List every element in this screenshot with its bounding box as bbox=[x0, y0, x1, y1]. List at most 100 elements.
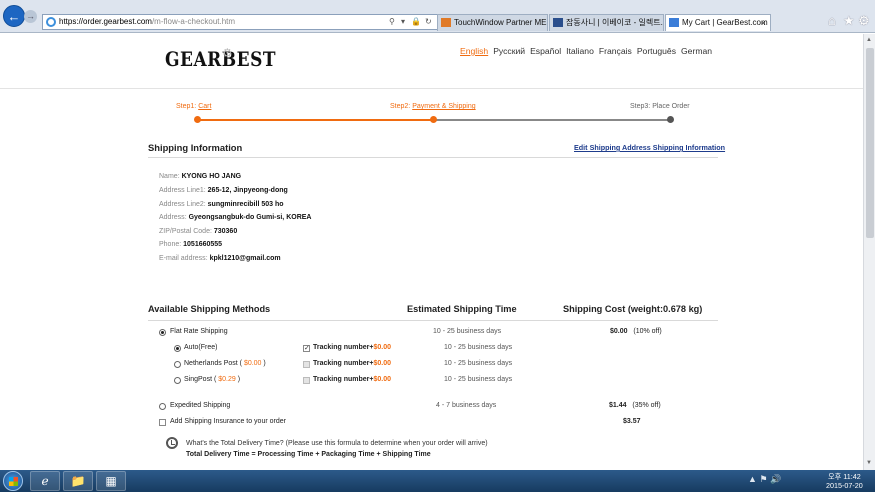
home-icon[interactable]: ⌂ bbox=[828, 13, 836, 28]
windows-logo-icon bbox=[9, 477, 18, 486]
system-clock[interactable]: 오후 11:42 2015-07-20 bbox=[826, 472, 863, 490]
col-header-cost: Shipping Cost (weight:0.678 kg) bbox=[563, 304, 703, 314]
page-content: GEARBEST ⚙ English Русский Español Itali… bbox=[0, 34, 863, 470]
expedited-cost: $1.44 (35% off) bbox=[609, 402, 661, 409]
taskbar-explorer-folder-icon[interactable]: 📁 bbox=[63, 471, 93, 491]
favorites-star-icon[interactable]: ★ bbox=[843, 13, 855, 29]
tracking-checkbox-auto[interactable]: ✓ bbox=[303, 345, 310, 352]
lang-portuguese[interactable]: Português bbox=[637, 46, 676, 56]
taskbar-excel-icon[interactable]: ▦ bbox=[96, 471, 126, 491]
netherlands-post-label: Netherlands Post ( $0.00 ) bbox=[184, 360, 266, 367]
step-place-order: Step3: Place Order bbox=[630, 103, 690, 110]
search-icon[interactable]: ⚲ bbox=[389, 17, 395, 26]
lang-english[interactable]: English bbox=[460, 46, 488, 56]
auto-free-label: Auto(Free) bbox=[184, 344, 218, 351]
volume-icon[interactable]: 🔊 bbox=[770, 474, 781, 484]
step-payment-shipping[interactable]: Step2: Payment & Shipping bbox=[390, 103, 476, 110]
lang-italian[interactable]: Italiano bbox=[566, 46, 594, 56]
netherlands-post-radio[interactable] bbox=[174, 361, 181, 368]
expedited-time: 4 - 7 business days bbox=[436, 402, 497, 409]
lang-german[interactable]: German bbox=[681, 46, 712, 56]
singpost-label: SingPost ( $0.29 ) bbox=[184, 376, 241, 383]
info-name: Name: KYONG HO JANG bbox=[159, 173, 242, 180]
taskbar-ie-icon[interactable]: ℯ bbox=[30, 471, 60, 491]
start-button[interactable] bbox=[3, 471, 23, 491]
back-arrow-icon[interactable]: ← bbox=[3, 5, 25, 27]
scroll-up-icon[interactable]: ▲ bbox=[866, 37, 872, 43]
step-prefix: Step1: bbox=[176, 103, 197, 110]
info-email: E-mail address: kpkl1210@gmail.com bbox=[159, 255, 281, 262]
netherlands-time: 10 - 25 business days bbox=[444, 360, 513, 367]
expedited-radio[interactable] bbox=[159, 403, 166, 410]
favicon-icon bbox=[553, 18, 563, 27]
vertical-scrollbar[interactable]: ▲ ▼ bbox=[863, 34, 875, 470]
close-tab-icon[interactable]: × bbox=[761, 15, 766, 31]
forward-arrow-icon[interactable]: → bbox=[24, 10, 37, 23]
gearbest-logo[interactable]: GEARBEST bbox=[165, 49, 276, 72]
windows-taskbar: ℯ 📁 ▦ ▲ ⚑ 🔊 오후 11:42 2015-07-20 bbox=[0, 470, 875, 492]
step-label: Payment & Shipping bbox=[412, 103, 476, 110]
lang-russian[interactable]: Русский bbox=[493, 46, 525, 56]
clock-icon bbox=[166, 437, 178, 449]
tab-ebayco[interactable]: 잡동사니 | 이베이코 - 일렉트... bbox=[549, 14, 664, 31]
lang-spanish[interactable]: Español bbox=[530, 46, 561, 56]
gear-icon[interactable]: ⚙ bbox=[858, 13, 870, 29]
col-header-methods: Available Shipping Methods bbox=[148, 304, 271, 314]
auto-free-radio[interactable] bbox=[174, 345, 181, 352]
flag-icon[interactable]: ⚑ bbox=[759, 474, 767, 484]
scroll-down-icon[interactable]: ▼ bbox=[866, 460, 872, 466]
flat-rate-label: Flat Rate Shipping bbox=[170, 328, 228, 335]
tab-label: TouchWindow Partner MES bbox=[454, 18, 548, 27]
table-divider bbox=[148, 320, 718, 321]
step-dot bbox=[194, 116, 201, 123]
address-bar[interactable]: https://order.gearbest.com/m-flow-a-chec… bbox=[42, 14, 438, 30]
singpost-time: 10 - 25 business days bbox=[444, 376, 513, 383]
clock-time: 오후 11:42 bbox=[828, 472, 861, 481]
scrollbar-thumb[interactable] bbox=[866, 48, 874, 238]
step-label: Place Order bbox=[652, 103, 690, 110]
tab-label: My Cart | GearBest.com bbox=[682, 18, 768, 27]
auto-time: 10 - 25 business days bbox=[444, 344, 513, 351]
tab-my-cart[interactable]: My Cart | GearBest.com × bbox=[665, 14, 771, 31]
tab-label: 잡동사니 | 이베이코 - 일렉트... bbox=[566, 18, 664, 27]
info-address: Address: Gyeongsangbuk-do Gumi-si, KOREA bbox=[159, 214, 312, 221]
system-tray: ▲ ⚑ 🔊 bbox=[748, 474, 781, 485]
tracking-auto: Tracking number+$0.00 bbox=[313, 344, 392, 351]
tracking-checkbox-singpost[interactable] bbox=[303, 377, 310, 384]
logo-gear-icon: ⚙ bbox=[222, 46, 233, 60]
header-divider bbox=[0, 88, 863, 89]
edit-shipping-address-link[interactable]: Edit Shipping Address Shipping Informati… bbox=[574, 143, 725, 152]
language-selector: English Русский Español Italiano Françai… bbox=[460, 46, 712, 56]
refresh-icon[interactable]: ↻ bbox=[425, 17, 432, 26]
step-prefix: Step2: bbox=[390, 103, 411, 110]
progress-track-done bbox=[197, 119, 433, 121]
step-dot bbox=[667, 116, 674, 123]
favicon-icon bbox=[669, 18, 679, 27]
info-address-line1: Address Line1: 265-12, Jinpyeong-dong bbox=[159, 187, 288, 194]
delivery-time-formula: Total Delivery Time = Processing Time + … bbox=[186, 451, 431, 458]
tracking-checkbox-netherlands[interactable] bbox=[303, 361, 310, 368]
flat-rate-radio[interactable] bbox=[159, 329, 166, 336]
flat-rate-time: 10 - 25 business days bbox=[433, 328, 502, 335]
col-header-time: Estimated Shipping Time bbox=[407, 304, 517, 314]
insurance-checkbox[interactable] bbox=[159, 419, 166, 426]
singpost-radio[interactable] bbox=[174, 377, 181, 384]
step-cart[interactable]: Step1: Cart bbox=[176, 103, 211, 110]
tab-touchwindow[interactable]: TouchWindow Partner MES bbox=[437, 14, 548, 31]
ie-icon bbox=[46, 17, 56, 27]
dropdown-icon[interactable]: ▾ bbox=[401, 17, 405, 26]
shipping-info-title: Shipping Information bbox=[148, 142, 243, 153]
lang-french[interactable]: Français bbox=[599, 46, 632, 56]
delivery-time-question: What's the Total Delivery Time? (Please … bbox=[186, 440, 488, 447]
expedited-label: Expedited Shipping bbox=[170, 402, 231, 409]
step-label: Cart bbox=[198, 103, 212, 110]
step-dot bbox=[430, 116, 437, 123]
network-icon[interactable]: ▲ bbox=[748, 474, 757, 484]
tracking-netherlands: Tracking number+$0.00 bbox=[313, 360, 392, 367]
info-phone: Phone: 1051660555 bbox=[159, 241, 223, 248]
progress-track-todo bbox=[434, 119, 670, 121]
insurance-cost: $3.57 bbox=[623, 418, 641, 425]
info-zip: ZIP/Postal Code: 730360 bbox=[159, 228, 238, 235]
url-text: https://order.gearbest.com/m-flow-a-chec… bbox=[59, 17, 236, 26]
info-address-line2: Address Line2: sungminrecibill 503 ho bbox=[159, 201, 284, 208]
